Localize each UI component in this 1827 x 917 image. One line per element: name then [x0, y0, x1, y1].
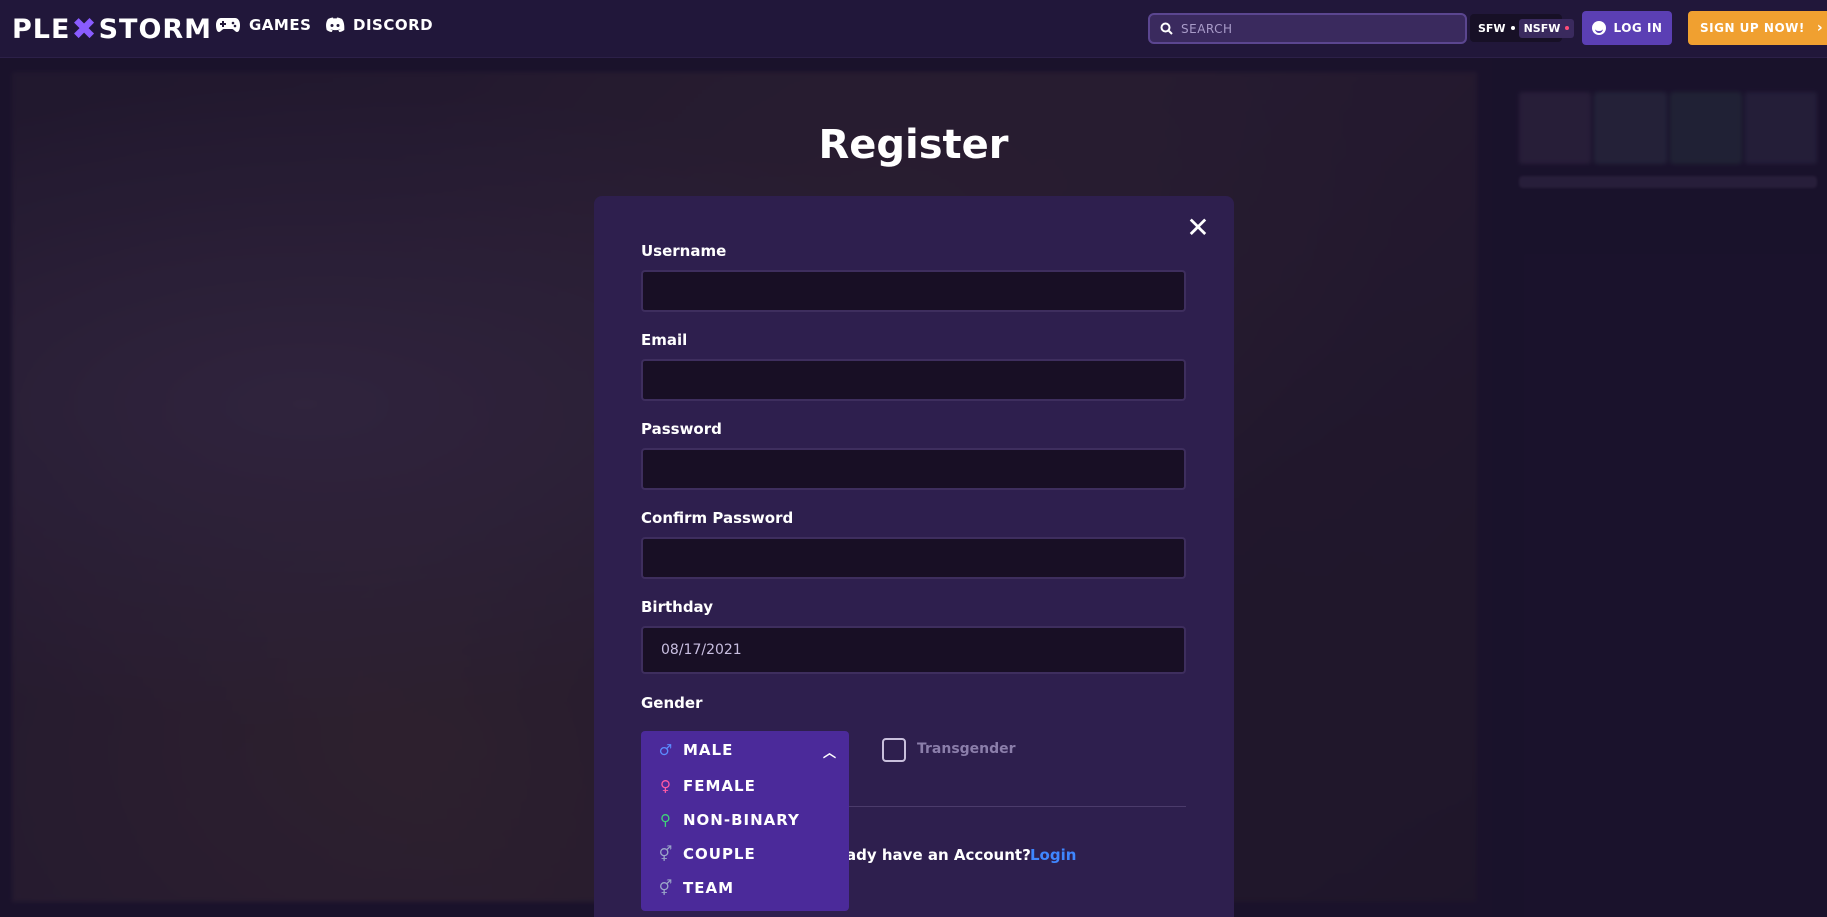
transgender-checkbox[interactable]	[882, 738, 906, 762]
gender-dropdown[interactable]: ♂ MALE ︿ ♀ FEMALE ⚲ NON-BINARY ⚥ COUPLE …	[641, 731, 849, 911]
sfw-label: SFW	[1478, 21, 1506, 35]
nav-discord-link[interactable]: DISCORD	[325, 16, 433, 34]
password-field[interactable]	[641, 448, 1186, 490]
nav-games-link[interactable]: GAMES	[215, 16, 311, 34]
nsfw-option[interactable]: NSFW	[1518, 18, 1575, 38]
birthday-field[interactable]	[641, 626, 1186, 674]
username-input[interactable]	[643, 272, 1184, 310]
gender-option-label: FEMALE	[683, 777, 756, 795]
nav-games-label: GAMES	[249, 16, 312, 34]
logo-text-right: STORM	[98, 14, 213, 45]
username-label: Username	[641, 242, 727, 260]
male-icon: ♂	[658, 741, 674, 759]
discord-icon	[326, 17, 345, 32]
username-field[interactable]	[641, 270, 1186, 312]
login-link[interactable]: Login	[1030, 846, 1076, 864]
search-icon	[1160, 22, 1173, 35]
nonbinary-icon: ⚲	[660, 811, 672, 829]
team-icon: ⚥	[658, 879, 674, 897]
birthday-input[interactable]	[643, 628, 1184, 672]
smiley-icon	[1591, 21, 1606, 35]
gender-option-label: COUPLE	[683, 845, 756, 863]
gamepad-icon	[216, 18, 240, 32]
sfw-dot-icon	[1510, 26, 1515, 30]
logo-text-left: PLE	[12, 14, 71, 45]
login-button-label: LOG IN	[1613, 21, 1663, 35]
chevron-up-icon[interactable]: ︿	[823, 742, 837, 761]
account-prompt: ady have an Account?	[846, 846, 1031, 864]
plexstorm-logo[interactable]: PLE ✖ STORM	[12, 12, 212, 47]
gender-option-female[interactable]: ♀ FEMALE	[641, 769, 849, 803]
logo-x-icon: ✖	[71, 12, 98, 47]
gender-option-label: TEAM	[683, 879, 735, 897]
confirm-password-label: Confirm Password	[641, 509, 794, 527]
content-filter-toggle[interactable]: SFW NSFW	[1470, 14, 1575, 42]
signup-button[interactable]: SIGN UP NOW! ›	[1688, 11, 1827, 45]
nav-discord-label: DISCORD	[353, 16, 434, 34]
gender-option-label: NON-BINARY	[683, 811, 800, 829]
gender-label: Gender	[641, 694, 703, 712]
top-navigation-bar: PLE ✖ STORM GAMES DISCORD SFW NSFW	[0, 0, 1827, 58]
register-heading: Register	[818, 122, 1009, 168]
password-label: Password	[641, 420, 722, 438]
confirm-password-input[interactable]	[643, 539, 1184, 577]
gender-option-non-binary[interactable]: ⚲ NON-BINARY	[641, 803, 849, 837]
gender-option-male[interactable]: ♂ MALE ︿	[641, 731, 849, 769]
female-icon: ♀	[660, 777, 672, 795]
transgender-label: Transgender	[917, 741, 1016, 757]
couple-icon: ⚥	[658, 845, 674, 863]
search-input[interactable]	[1181, 21, 1451, 36]
search-box[interactable]	[1148, 13, 1467, 44]
email-input[interactable]	[643, 361, 1184, 399]
sfw-option[interactable]: SFW	[1474, 19, 1519, 38]
email-field[interactable]	[641, 359, 1186, 401]
nsfw-label: NSFW	[1523, 21, 1561, 35]
password-input[interactable]	[643, 450, 1184, 488]
login-button[interactable]: LOG IN	[1582, 11, 1672, 45]
birthday-label: Birthday	[641, 598, 713, 616]
close-icon[interactable]: ✕	[1186, 214, 1210, 242]
chevron-right-icon: ›	[1816, 20, 1824, 36]
gender-option-label: MALE	[683, 741, 734, 759]
register-modal: ✕ Username Email Password Confirm Passwo…	[594, 196, 1234, 917]
signup-button-label: SIGN UP NOW!	[1700, 21, 1805, 35]
nsfw-dot-icon	[1565, 26, 1570, 30]
gender-option-team[interactable]: ⚥ TEAM	[641, 871, 849, 905]
email-label: Email	[641, 331, 688, 349]
confirm-password-field[interactable]	[641, 537, 1186, 579]
gender-option-couple[interactable]: ⚥ COUPLE	[641, 837, 849, 871]
